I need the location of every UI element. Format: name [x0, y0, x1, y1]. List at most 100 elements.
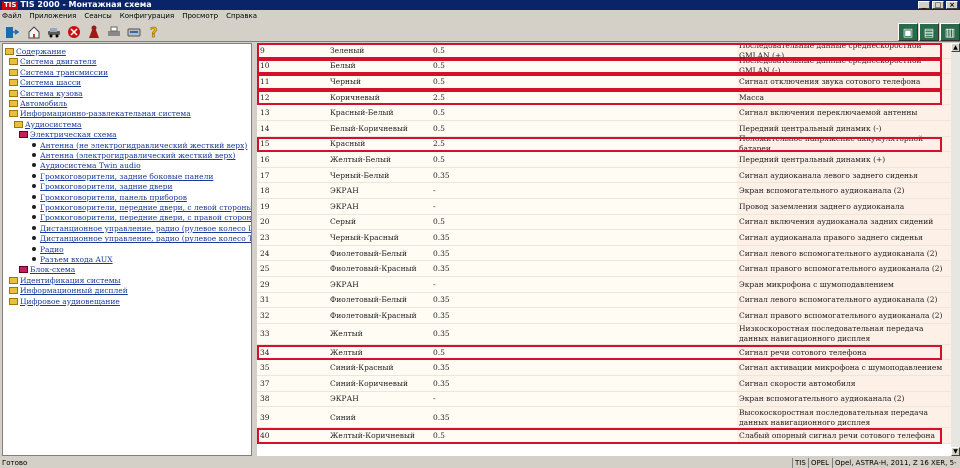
- menu-item[interactable]: Приложения: [29, 12, 76, 20]
- cross-section-cell: -: [431, 391, 737, 408]
- cross-section-cell-text: 0.35: [433, 295, 450, 305]
- tree-node[interactable]: Система кузова: [9, 88, 83, 99]
- cross-section-cell-text: 0.35: [433, 378, 450, 388]
- tree-node[interactable]: Электрическая схема: [19, 129, 117, 140]
- tree-node[interactable]: Блок-схема: [19, 264, 75, 275]
- folder-icon: [5, 48, 14, 55]
- wire-color-cell-text: Желтый: [330, 347, 363, 357]
- cross-section-cell-text: 0.35: [433, 232, 450, 242]
- description-cell: Низкоскоростная последовательная передач…: [737, 323, 951, 345]
- cross-section-cell-text: 0.5: [433, 217, 445, 227]
- person-icon[interactable]: [86, 24, 102, 40]
- wire-color-cell: Черный-Белый: [327, 167, 431, 184]
- description-cell: Провод заземления заднего аудиоканала: [737, 199, 951, 215]
- tree-node[interactable]: Дистанционное управление, радио (рулевое…: [32, 233, 251, 244]
- tree-node[interactable]: Система двигателя: [9, 56, 97, 67]
- scanner-icon[interactable]: [126, 24, 142, 40]
- pin-cell: 10: [257, 58, 327, 75]
- tree-node[interactable]: Информационный дисплей: [9, 285, 128, 296]
- wire-color-cell: Желтый-Коричневый: [327, 428, 431, 444]
- cross-section-cell: 0.35: [431, 261, 737, 277]
- pin-cell-text: 11: [260, 76, 270, 86]
- tree-node[interactable]: Антенна (не электрогидравлический жестки…: [32, 140, 247, 151]
- cross-section-cell-text: -: [433, 279, 436, 289]
- home-icon[interactable]: [26, 24, 42, 40]
- tree-node[interactable]: Информационно-развлекательная система: [9, 108, 191, 119]
- wire-color-cell-text: Желтый: [330, 329, 363, 339]
- tree-node[interactable]: Радио: [32, 244, 64, 255]
- cross-section-cell: -: [431, 183, 737, 199]
- pin-cell: 33: [257, 323, 327, 345]
- wire-color-cell: Фиолетовый-Белый: [327, 245, 431, 262]
- menu-item[interactable]: Конфигурация: [120, 12, 174, 20]
- exit-icon[interactable]: [4, 24, 20, 40]
- bullet-icon: [32, 225, 36, 230]
- pin-cell-text: 14: [260, 123, 270, 133]
- tree-node[interactable]: Громкоговорители, задние боковые панели: [32, 171, 213, 182]
- minimize-button[interactable]: _: [918, 1, 930, 9]
- bullet-icon: [32, 153, 36, 157]
- tree-node[interactable]: Система трансмиссии: [9, 67, 108, 78]
- tree-node[interactable]: Система шасси: [9, 77, 81, 88]
- printer-icon[interactable]: [106, 24, 122, 40]
- tree-node[interactable]: Дистанционное управление, радио (рулевое…: [32, 223, 251, 234]
- folder-icon: [9, 287, 18, 295]
- tree-node[interactable]: Автомобиль: [9, 98, 67, 109]
- help-icon[interactable]: ?: [146, 24, 162, 40]
- tool-right-2-icon[interactable]: ▤: [919, 23, 939, 41]
- tree-node[interactable]: Антенна (электрогидравлический жесткий в…: [32, 150, 235, 161]
- pin-cell-text: 18: [260, 186, 270, 196]
- tree-node[interactable]: Содержание: [5, 46, 66, 57]
- cross-section-cell: 0.35: [431, 167, 737, 184]
- pin-cell: 20: [257, 214, 327, 231]
- cross-section-cell: 0.35: [431, 292, 737, 309]
- table-row: 32 Фиолетовый-Красный 0.35 Сигнал правого в…: [257, 308, 951, 324]
- wire-color-cell: ЭКРАН: [327, 183, 431, 199]
- cross-section-cell-text: 0.5: [433, 347, 445, 357]
- car-icon[interactable]: [46, 24, 62, 40]
- tree-node[interactable]: Аудиосистема: [14, 119, 82, 130]
- scroll-down-icon[interactable]: ▼: [951, 447, 960, 456]
- maximize-button[interactable]: □: [932, 1, 944, 9]
- connector-pin-table: 9 Зеленый 0.5 Последовательные данные средн…: [257, 43, 951, 456]
- tree-node[interactable]: Аудиосистема Twin audio: [32, 160, 141, 171]
- tree-node-label: Идентификация системы: [20, 275, 121, 285]
- menu-item[interactable]: Справка: [226, 12, 257, 20]
- menu-item[interactable]: Просмотр: [182, 12, 218, 20]
- cross-section-cell-text: 0.5: [433, 108, 445, 118]
- cross-section-cell: 0.5: [431, 152, 737, 168]
- tree-node[interactable]: Громкоговорители, панель приборов: [32, 192, 187, 203]
- pin-cell-text: 16: [260, 154, 270, 164]
- cross-section-cell: 0.35: [431, 376, 737, 392]
- scroll-up-icon[interactable]: ▲: [951, 43, 960, 52]
- tree-node[interactable]: Громкоговорители, передние двери, с прав…: [32, 212, 251, 223]
- tree-node-label: Система трансмиссии: [20, 67, 109, 77]
- status-pane-system: TIS: [792, 458, 806, 468]
- tree-node[interactable]: Громкоговорители, задние двери: [32, 181, 173, 192]
- tree-node-label: Автомобиль: [20, 99, 68, 108]
- menu-item[interactable]: Сеансы: [84, 12, 111, 20]
- close-button[interactable]: ×: [946, 1, 958, 9]
- tool-right-1-icon[interactable]: ▣: [898, 23, 918, 41]
- wire-color-cell-text: Красный: [330, 139, 366, 149]
- description-cell-text: Экран вспомогательного аудиоканала (2): [739, 394, 905, 404]
- table-row: 38 ЭКРАН - Экран вспомогательного аудиокана…: [257, 391, 951, 408]
- table-row: 40 Желтый-Коричневый 0.5 Слабый опорный сиг…: [257, 428, 951, 444]
- stop-icon[interactable]: [66, 24, 82, 40]
- description-cell-text: Сигнал правого вспомогательного аудиокан…: [739, 310, 943, 320]
- tree-node[interactable]: Цифровое аудиовещание: [9, 296, 120, 307]
- vertical-scrollbar[interactable]: ▲ ▼: [951, 43, 960, 456]
- menu-item[interactable]: Файл: [2, 12, 21, 20]
- cross-section-cell-text: 0.35: [433, 310, 450, 320]
- tree-node[interactable]: Идентификация системы: [9, 275, 121, 286]
- tree-node[interactable]: Разъем входа AUX: [32, 254, 113, 265]
- tree-node[interactable]: Громкоговорители, передние двери, с лево…: [32, 202, 251, 213]
- description-cell-text: Сигнал активации микрофона с шумоподавле…: [739, 363, 943, 373]
- table-row: 25 Фиолетовый-Красный 0.35 Сигнал правого в…: [257, 261, 951, 277]
- description-cell-text: Экран микрофона с шумоподавлением: [739, 279, 894, 289]
- cross-section-cell: 0.5: [431, 105, 737, 121]
- wire-color-cell-text: Синий: [330, 412, 356, 422]
- pin-cell: 35: [257, 360, 327, 376]
- description-cell: Сигнал левого вспомогательного аудиокана…: [737, 292, 951, 309]
- tool-right-3-icon[interactable]: ▥: [940, 23, 960, 41]
